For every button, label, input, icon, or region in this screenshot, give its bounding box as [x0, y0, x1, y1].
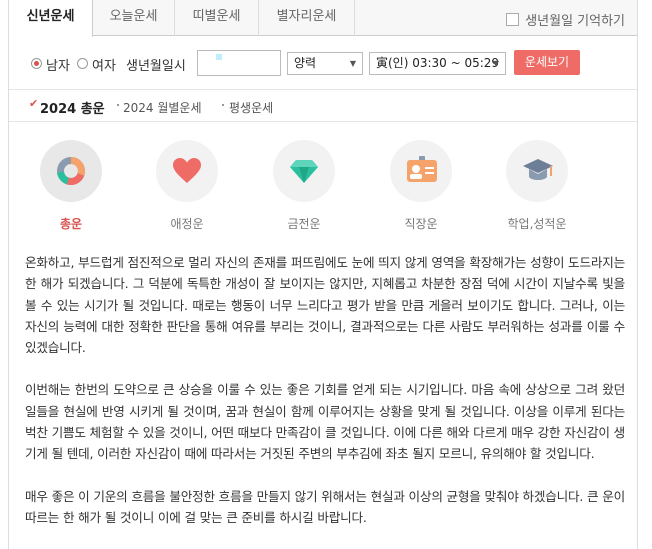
- category-career[interactable]: 직장운: [386, 140, 456, 232]
- category-circle: [40, 140, 102, 202]
- category-love[interactable]: 애정운: [152, 140, 222, 232]
- category-circle: [390, 140, 452, 202]
- remember-birthdate[interactable]: 생년월일 기억하기: [506, 10, 625, 29]
- gender-female-label[interactable]: 여자: [92, 55, 116, 74]
- graduation-cap-icon: [523, 159, 553, 180]
- birth-time-select[interactable]: 寅(인) 03:30 ~ 05:29 ▼: [369, 52, 506, 75]
- calendar-select[interactable]: 양력 ▼: [287, 52, 363, 75]
- fortune-paragraph: 온화하고, 부드럽게 점진적으로 멀리 자신의 존재를 퍼뜨림에도 눈에 띄지 …: [25, 255, 625, 356]
- fortune-paragraph: 이번해는 한번의 도약으로 큰 상승을 이룰 수 있는 좋은 기회를 얻게 되는…: [25, 382, 625, 462]
- tab-zodiac-animal[interactable]: 띠별운세: [175, 0, 259, 36]
- subtab-monthly[interactable]: 2024 월별운세: [123, 99, 202, 116]
- category-label: 학업,성적운: [507, 217, 567, 231]
- fortune-submit-button[interactable]: 운세보기: [514, 50, 580, 75]
- separator-dot: [117, 104, 119, 106]
- tab-today[interactable]: 오늘운세: [93, 0, 175, 36]
- check-icon: ✔: [29, 97, 39, 110]
- category-circle: [156, 140, 218, 202]
- fortune-text: 온화하고, 부드럽게 점진적으로 멀리 자신의 존재를 퍼뜨림에도 눈에 띄지 …: [25, 252, 625, 549]
- chevron-down-icon: ▼: [492, 59, 499, 68]
- fortune-paragraph: 매우 좋은 이 기운의 흐름을 불안정한 흐름을 만들지 않기 위해서는 현실과…: [25, 488, 625, 525]
- donut-chart-icon: [57, 157, 85, 185]
- category-label: 애정운: [170, 217, 204, 231]
- category-label: 직장운: [404, 217, 438, 231]
- category-label: 총운: [59, 217, 83, 231]
- gender-female-radio[interactable]: [77, 58, 88, 69]
- separator-dot: [222, 104, 224, 106]
- category-circle: [506, 140, 568, 202]
- gender-male-label[interactable]: 남자: [46, 55, 70, 74]
- tab-new-year[interactable]: 신년운세: [9, 0, 93, 37]
- id-badge-icon: [407, 156, 437, 182]
- gender-male-radio[interactable]: [31, 58, 42, 69]
- birth-form: 남자 여자 생년월일시 양력 ▼ 寅(인) 03:30 ~ 05:29 ▼ 운세…: [9, 36, 637, 90]
- heart-icon: [173, 158, 201, 183]
- chevron-down-icon: ▼: [349, 59, 356, 68]
- tab-constellation[interactable]: 별자리운세: [259, 0, 355, 36]
- subtab-yearly[interactable]: 2024 총운: [40, 98, 105, 117]
- category-money[interactable]: 금전운: [269, 140, 339, 232]
- birth-label: 생년월일시: [126, 59, 186, 74]
- sub-tabs: ✔ 2024 총운 2024 월별운세 평생운세: [9, 90, 637, 122]
- remember-checkbox[interactable]: [506, 13, 520, 26]
- category-study[interactable]: 학업,성적운: [502, 140, 572, 232]
- input-cursor: [216, 54, 222, 60]
- remember-label: 생년월일 기억하기: [525, 14, 625, 29]
- fortune-tabs: 신년운세 오늘운세 띠별운세 별자리운세 생년월일 기억하기: [9, 0, 637, 37]
- birth-time-value: 寅(인) 03:30 ~ 05:29: [376, 56, 500, 70]
- calendar-value: 양력: [294, 56, 317, 70]
- category-circle: [273, 140, 335, 202]
- birthdate-input[interactable]: [197, 50, 281, 76]
- fortune-panel: 신년운세 오늘운세 띠별운세 별자리운세 생년월일 기억하기 남자 여자 생년월…: [8, 0, 638, 549]
- category-label: 금전운: [287, 217, 321, 231]
- subtab-lifetime[interactable]: 평생운세: [229, 99, 273, 116]
- category-overall[interactable]: 총운: [36, 140, 106, 232]
- diamond-icon: [290, 160, 318, 183]
